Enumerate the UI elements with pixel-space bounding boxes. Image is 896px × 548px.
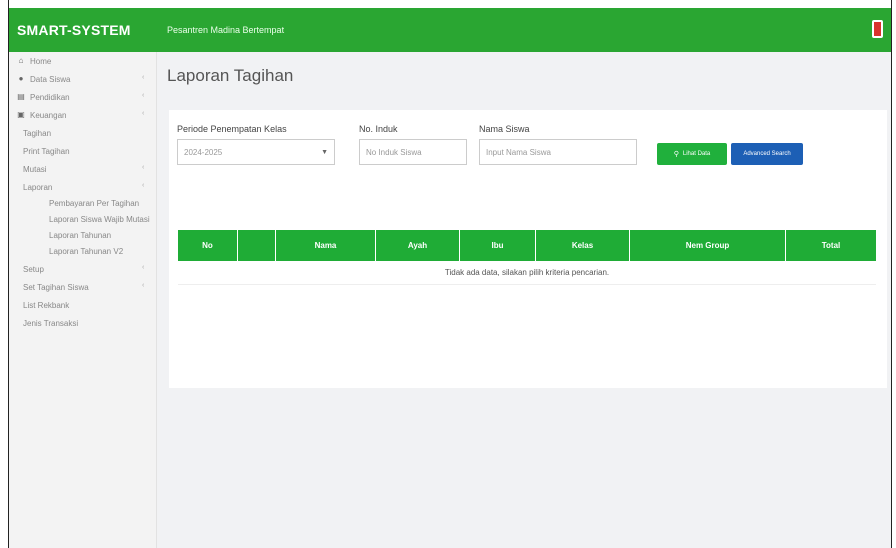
search-button-label: Lihat Data — [682, 151, 711, 157]
school-name: Pesantren Madina Bertempat — [167, 25, 285, 35]
sidebar-item[interactable]: Laporan Tahunan — [9, 228, 156, 244]
column-header — [238, 230, 276, 261]
sidebar-item-label: Set Tagihan Siswa — [23, 282, 89, 292]
chevron-icon: ‹ — [142, 92, 145, 99]
empty-table-message: Tidak ada data, silakan pilih kriteria p… — [178, 261, 876, 285]
sidebar-item-label: Data Siswa — [30, 74, 71, 84]
sidebar-item-label: Tagihan — [23, 128, 52, 138]
sidebar-item[interactable]: Pembayaran Per Tagihan — [9, 196, 156, 212]
nis-input[interactable]: No Induk Siswa — [359, 139, 467, 165]
sidebar-item[interactable]: Tagihan — [9, 124, 156, 142]
sidebar-item-label: Laporan Tahunan — [49, 231, 112, 240]
money-icon: ▣ — [17, 110, 25, 119]
sidebar-item[interactable]: Setup ‹ — [9, 260, 156, 278]
sidebar-item-label: Pendidikan — [30, 92, 70, 102]
period-label: Periode Penempatan Kelas — [177, 124, 287, 134]
sidebar-item-label: Print Tagihan — [23, 146, 70, 156]
name-input[interactable]: Input Nama Siswa — [479, 139, 637, 165]
column-header: Nem Group — [630, 230, 786, 261]
column-header: Kelas — [536, 230, 630, 261]
column-header: Nama — [276, 230, 376, 261]
sidebar-item[interactable]: ⌂ Home — [9, 52, 156, 70]
user-icon: ● — [18, 74, 24, 83]
chevron-icon: ‹ — [142, 74, 145, 81]
table-header: No Nama Ayah Ibu Kelas Nem Group Total — [178, 230, 876, 261]
chevron-icon: ‹ — [142, 164, 145, 171]
report-table: No Nama Ayah Ibu Kelas Nem Group Total T… — [178, 230, 876, 285]
sidebar-item-label: List Rekbank — [23, 300, 70, 310]
name-input-placeholder: Input Nama Siswa — [486, 147, 551, 157]
column-header: Ayah — [376, 230, 460, 261]
sidebar-item-label: Keuangan — [30, 110, 67, 120]
sidebar-item[interactable]: ▣ Keuangan ‹ — [9, 106, 156, 124]
advanced-search-button-label: Advanced Search — [743, 151, 791, 157]
brand-logo[interactable]: SMART-SYSTEM — [9, 22, 157, 38]
sidebar: ⌂ Home ● Data Siswa ‹ ▤ Pendidikan ‹ ▣ Keuangan ‹ T… — [9, 52, 157, 548]
sidebar-item-label: Mutasi — [23, 164, 47, 174]
sidebar-item-label: Jenis Transaksi — [23, 318, 79, 328]
home-icon: ⌂ — [18, 56, 24, 65]
sidebar-item[interactable]: Mutasi ‹ — [9, 160, 156, 178]
sidebar-item[interactable]: Jenis Transaksi — [9, 314, 156, 332]
sidebar-item[interactable]: Print Tagihan — [9, 142, 156, 160]
sidebar-item[interactable]: Laporan Tahunan V2 — [9, 244, 156, 260]
column-header: Ibu — [460, 230, 536, 261]
sidebar-item-label: Home — [30, 56, 52, 66]
power-icon[interactable] — [872, 20, 883, 38]
page-title: Laporan Tagihan — [167, 66, 294, 85]
app-frame: SMART-SYSTEM Pesantren Madina Bertempat … — [8, 0, 892, 548]
advanced-search-button[interactable]: Advanced Search — [731, 143, 803, 165]
nis-label: No. Induk — [359, 124, 398, 134]
main-content: Laporan Tagihan Periode Penempatan Kelas… — [157, 52, 891, 548]
nis-input-placeholder: No Induk Siswa — [366, 147, 422, 157]
column-header: No — [178, 230, 238, 261]
search-icon: ⚲ — [673, 151, 679, 158]
name-label: Nama Siswa — [479, 124, 530, 134]
sidebar-item-label: Laporan Siswa Wajib Mutasi — [49, 215, 150, 224]
period-select[interactable]: 2024-2025 ▼ — [177, 139, 335, 165]
chevron-icon: ‹ — [142, 264, 145, 271]
filter-card: Periode Penempatan Kelas 2024-2025 ▼ No.… — [169, 110, 887, 388]
sidebar-item-label: Laporan Tahunan V2 — [49, 247, 124, 256]
sidebar-item[interactable]: List Rekbank — [9, 296, 156, 314]
sidebar-item[interactable]: Set Tagihan Siswa ‹ — [9, 278, 156, 296]
column-header: Total — [821, 241, 841, 250]
sidebar-item[interactable]: ● Data Siswa ‹ — [9, 70, 156, 88]
top-navbar: SMART-SYSTEM Pesantren Madina Bertempat — [9, 8, 891, 52]
sidebar-item-label: Pembayaran Per Tagihan — [49, 199, 140, 208]
sidebar-item-label: Setup — [23, 264, 44, 274]
sidebar-item[interactable]: ▤ Pendidikan ‹ — [9, 88, 156, 106]
chevron-icon: ‹ — [142, 182, 145, 189]
search-button[interactable]: ⚲ Lihat Data — [657, 143, 727, 165]
book-icon: ▤ — [17, 92, 25, 101]
chevron-down-icon: ▼ — [321, 149, 328, 156]
sidebar-item[interactable]: Laporan Siswa Wajib Mutasi — [9, 212, 156, 228]
chevron-icon: ‹ — [142, 110, 145, 117]
chevron-icon: ‹ — [142, 282, 145, 289]
sidebar-item[interactable]: Laporan ‹ — [9, 178, 156, 196]
period-select-value: 2024-2025 — [184, 147, 223, 157]
sidebar-item-label: Laporan — [23, 182, 53, 192]
